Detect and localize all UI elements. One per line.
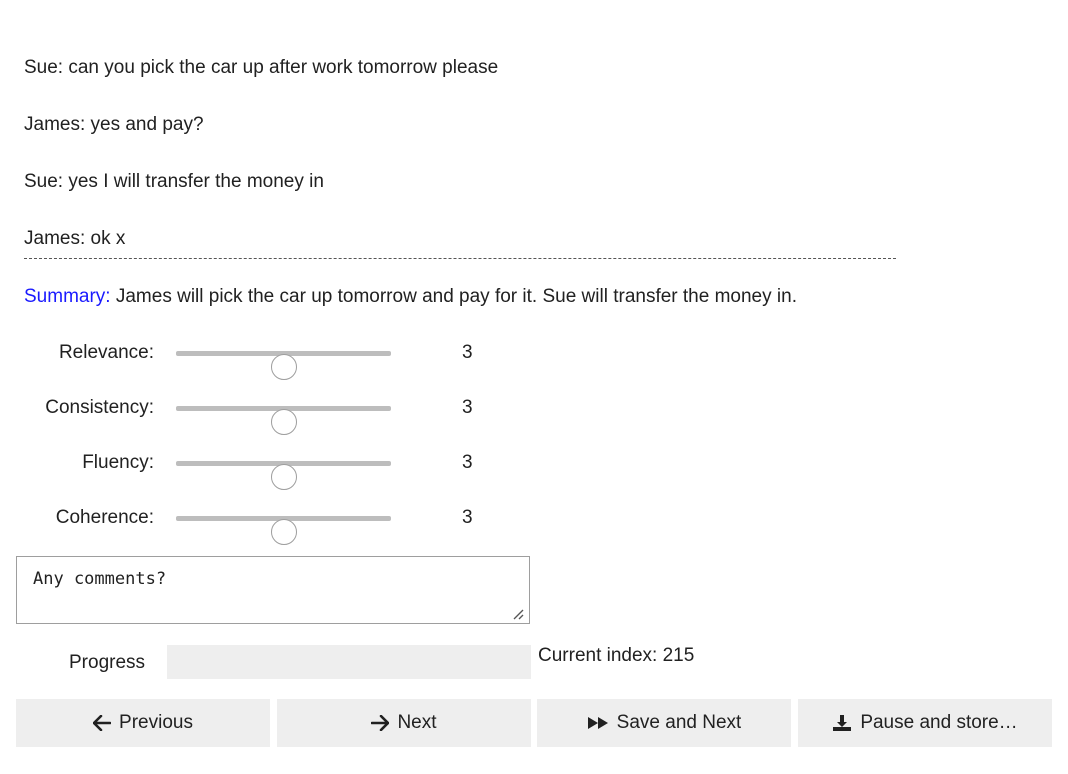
arrow-right-icon bbox=[371, 715, 390, 731]
fast-forward-icon bbox=[587, 716, 609, 730]
previous-button[interactable]: Previous bbox=[16, 699, 270, 747]
save-and-next-button-label: Save and Next bbox=[616, 712, 742, 733]
fluency-slider[interactable] bbox=[176, 461, 391, 490]
slider-row-fluency: Fluency: 3 bbox=[0, 446, 520, 490]
pause-and-store-button[interactable]: Pause and store… bbox=[798, 699, 1052, 747]
coherence-slider-thumb[interactable] bbox=[270, 519, 297, 545]
comments-textarea[interactable] bbox=[16, 556, 530, 624]
arrow-left-icon bbox=[93, 715, 112, 731]
current-index: Current index: 215 bbox=[538, 645, 695, 666]
slider-label-fluency: Fluency: bbox=[82, 452, 154, 473]
download-icon bbox=[832, 714, 852, 732]
summary: Summary: James will pick the car up tomo… bbox=[24, 286, 797, 308]
save-and-next-button[interactable]: Save and Next bbox=[537, 699, 791, 747]
summary-label: Summary: bbox=[24, 286, 111, 307]
coherence-value: 3 bbox=[462, 507, 473, 528]
slider-row-coherence: Coherence: 3 bbox=[0, 501, 520, 545]
next-button-label: Next bbox=[397, 712, 437, 733]
relevance-slider-thumb[interactable] bbox=[270, 354, 297, 380]
summary-text: James will pick the car up tomorrow and … bbox=[110, 286, 797, 307]
dialogue-line: Sue: can you pick the car up after work … bbox=[24, 57, 499, 78]
slider-label-relevance: Relevance: bbox=[58, 342, 154, 363]
dialogue-line: James: ok x bbox=[24, 228, 126, 249]
slider-row-consistency: Consistency: 3 bbox=[0, 391, 520, 435]
resize-grip-icon[interactable] bbox=[510, 606, 524, 620]
next-button[interactable]: Next bbox=[277, 699, 531, 747]
relevance-slider[interactable] bbox=[176, 351, 391, 380]
coherence-slider[interactable] bbox=[176, 516, 391, 545]
consistency-value: 3 bbox=[462, 397, 473, 418]
fluency-slider-thumb[interactable] bbox=[270, 464, 297, 490]
previous-button-label: Previous bbox=[119, 712, 193, 733]
slider-label-coherence: Coherence: bbox=[55, 507, 154, 528]
relevance-value: 3 bbox=[462, 342, 473, 363]
fluency-value: 3 bbox=[462, 452, 473, 473]
separator bbox=[24, 258, 896, 259]
dialogue-line: Sue: yes I will transfer the money in bbox=[24, 171, 324, 192]
slider-label-consistency: Consistency: bbox=[45, 397, 154, 418]
slider-row-relevance: Relevance: 3 bbox=[0, 336, 520, 380]
progress-bar bbox=[167, 645, 531, 679]
consistency-slider[interactable] bbox=[176, 406, 391, 435]
consistency-slider-thumb[interactable] bbox=[270, 409, 297, 435]
pause-and-store-button-label: Pause and store… bbox=[860, 712, 1018, 733]
progress-label: Progress bbox=[69, 652, 146, 673]
dialogue-line: James: yes and pay? bbox=[24, 114, 204, 135]
